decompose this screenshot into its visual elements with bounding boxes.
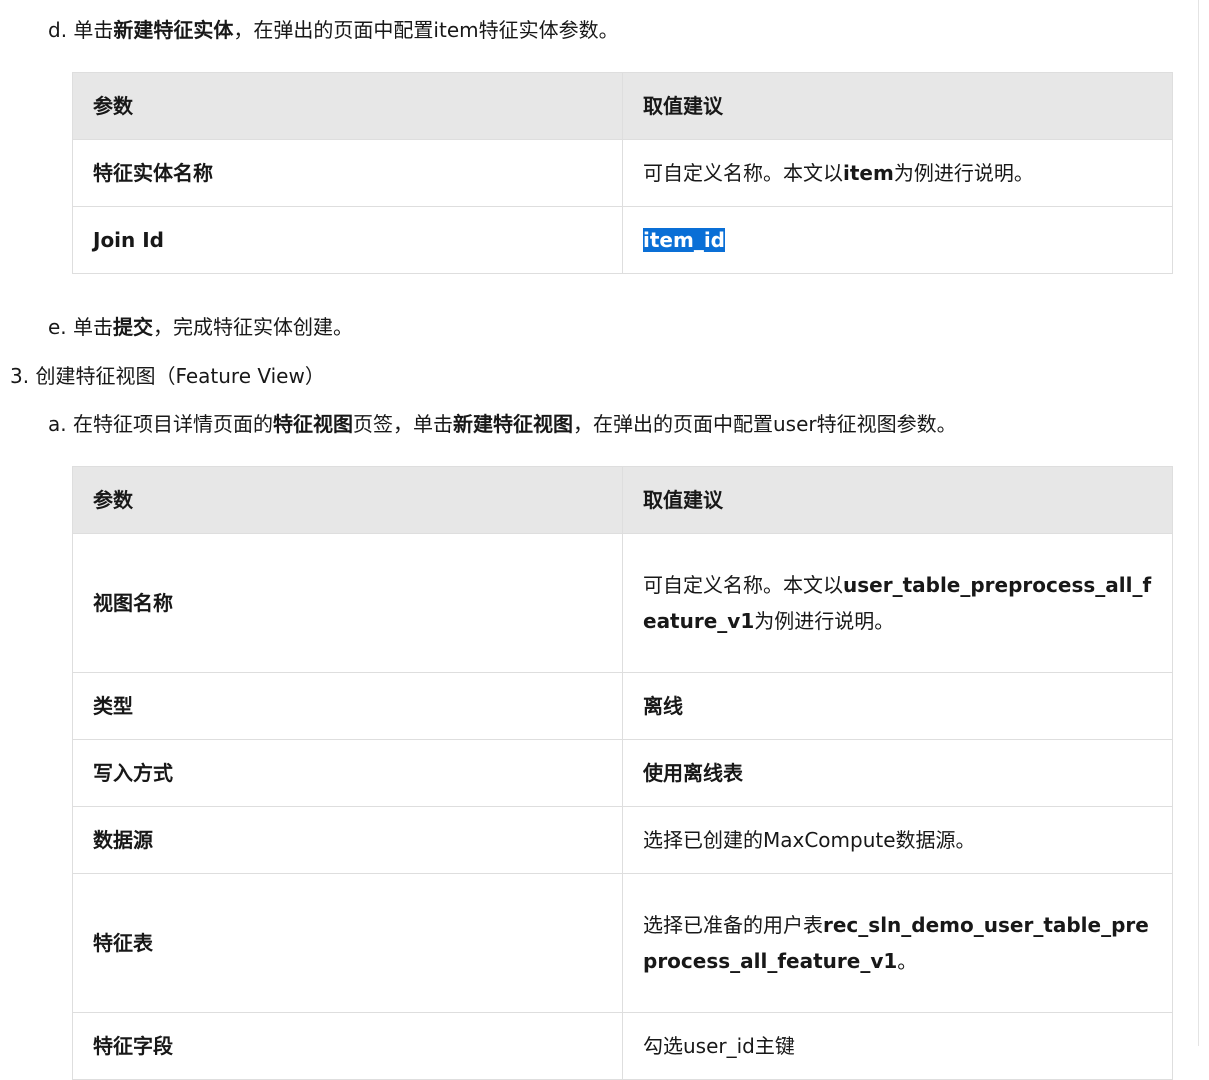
table-row: 特征字段 勾选user_id主键 [72, 1012, 1173, 1080]
value-bold: item [843, 161, 894, 185]
table-header-row: 参数 取值建议 [72, 466, 1173, 534]
step-a-suffix: ，在弹出的页面中配置user特征视图参数。 [572, 412, 957, 436]
param-name: 特征实体名称 [72, 139, 623, 207]
step-a-bold1: 特征视图 [272, 412, 353, 436]
param-value: 使用离线表 [622, 739, 1173, 807]
param-value: item_id [622, 206, 1173, 274]
feature-view-table: 参数 取值建议 视图名称 可自定义名称。本文以user_table_prepro… [72, 466, 1173, 1080]
param-name: 写入方式 [72, 739, 623, 807]
param-value: 选择已创建的MaxCompute数据源。 [622, 806, 1173, 874]
table-row: 类型 离线 [72, 672, 1173, 740]
param-name: 数据源 [72, 806, 623, 874]
table-row: Join Id item_id [72, 206, 1173, 274]
step-3-text: 3. 创建特征视图（Feature View） [10, 364, 325, 388]
step-d-bold: 新建特征实体 [113, 18, 234, 42]
param-name: 类型 [72, 672, 623, 740]
param-value: 选择已准备的用户表rec_sln_demo_user_table_preproc… [622, 873, 1173, 1013]
step-a: a. 在特征项目详情页面的特征视图页签，单击新建特征视图，在弹出的页面中配置us… [48, 412, 957, 436]
param-value: 离线 [622, 672, 1173, 740]
param-value: 可自定义名称。本文以user_table_preprocess_all_feat… [622, 533, 1173, 673]
value-suffix: 为例进行说明。 [754, 609, 895, 633]
table-header-row: 参数 取值建议 [72, 72, 1173, 140]
selected-text[interactable]: item_id [643, 228, 725, 252]
step-d-suffix: ，在弹出的页面中配置item特征实体参数。 [233, 18, 619, 42]
step-d-prefix: d. 单击 [48, 18, 114, 42]
header-value: 取值建议 [622, 72, 1173, 140]
header-param: 参数 [72, 466, 623, 534]
step-a-prefix: a. 在特征项目详情页面的 [48, 412, 273, 436]
table-row: 视图名称 可自定义名称。本文以user_table_preprocess_all… [72, 533, 1173, 673]
table-row: 特征表 选择已准备的用户表rec_sln_demo_user_table_pre… [72, 873, 1173, 1013]
param-name: 特征表 [72, 873, 623, 1013]
step-e: e. 单击提交，完成特征实体创建。 [48, 315, 353, 339]
step-a-bold2: 新建特征视图 [452, 412, 573, 436]
step-e-bold: 提交 [113, 315, 154, 339]
param-value: 勾选user_id主键 [622, 1012, 1173, 1080]
table-row: 特征实体名称 可自定义名称。本文以item为例进行说明。 [72, 139, 1173, 207]
value-prefix: 可自定义名称。本文以 [643, 161, 843, 185]
step-3: 3. 创建特征视图（Feature View） [10, 364, 325, 388]
param-name: 视图名称 [72, 533, 623, 673]
header-param: 参数 [72, 72, 623, 140]
header-value: 取值建议 [622, 466, 1173, 534]
scrollbar-divider [1198, 0, 1199, 1046]
step-a-mid: 页签，单击 [352, 412, 453, 436]
table-row: 数据源 选择已创建的MaxCompute数据源。 [72, 806, 1173, 874]
table-row: 写入方式 使用离线表 [72, 739, 1173, 807]
step-e-suffix: ，完成特征实体创建。 [153, 315, 354, 339]
step-e-prefix: e. 单击 [48, 315, 114, 339]
item-entity-table: 参数 取值建议 特征实体名称 可自定义名称。本文以item为例进行说明。 Joi… [72, 72, 1173, 274]
value-suffix: 。 [897, 949, 918, 973]
value-prefix: 选择已准备的用户表 [643, 913, 823, 937]
value-prefix: 可自定义名称。本文以 [643, 573, 843, 597]
step-d: d. 单击新建特征实体，在弹出的页面中配置item特征实体参数。 [48, 18, 619, 42]
value-suffix: 为例进行说明。 [893, 161, 1034, 185]
param-name: Join Id [72, 206, 623, 274]
param-name: 特征字段 [72, 1012, 623, 1080]
param-value: 可自定义名称。本文以item为例进行说明。 [622, 139, 1173, 207]
